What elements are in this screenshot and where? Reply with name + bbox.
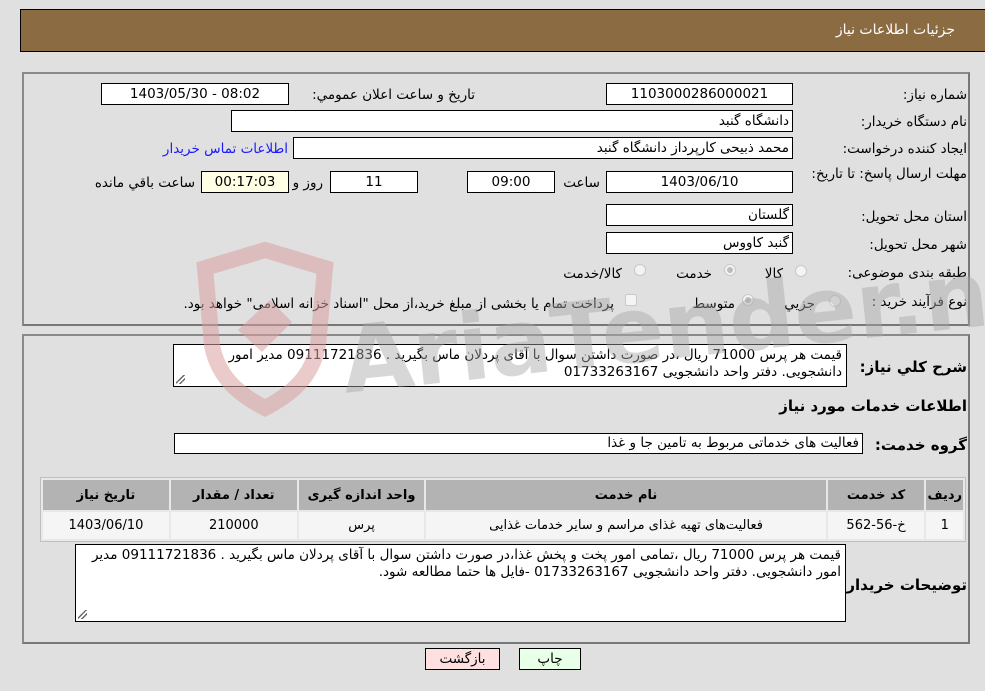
cell-service-name: فعالیت‌های تهیه غذای مراسم و سایر خدمات …: [426, 512, 826, 539]
category-option-service: خدمت: [676, 266, 712, 282]
announce-datetime-label: تاریخ و ساعت اعلان عمومي:: [312, 87, 475, 103]
requester-label: ایجاد کننده درخواست:: [842, 141, 967, 157]
category-radio-goods[interactable]: [795, 265, 807, 277]
remaining-days-field[interactable]: 11: [330, 171, 418, 193]
deadline-date-field[interactable]: 1403/06/10: [606, 171, 793, 193]
category-label: طبقه بندی موضوعی:: [847, 265, 967, 281]
remaining-time-field: 00:17:03: [201, 171, 289, 193]
province-label: استان محل تحویل:: [861, 209, 967, 225]
deadline-time-field[interactable]: 09:00: [467, 171, 555, 193]
purchase-option-medium: متوسط: [692, 296, 735, 312]
province-field[interactable]: گلستان: [606, 204, 793, 226]
table-row: 1 خ-56-562 فعالیت‌های تهیه غذای مراسم و …: [43, 512, 963, 539]
description-text: قیمت هر پرس 71000 ریال ،در صورت داشتن سو…: [228, 347, 842, 380]
treasury-checkbox-label: پرداخت تمام یا بخشی از مبلغ خرید،از محل …: [183, 296, 614, 312]
buyer-notes-label: توضیحات خریدار:: [840, 576, 967, 594]
deadline-time-label: ساعت: [563, 175, 600, 191]
services-section-title: اطلاعات خدمات مورد نیاز: [779, 397, 967, 415]
page-title: جزئیات اطلاعات نیاز: [835, 22, 955, 38]
col-header-need-date: تاریخ نیاز: [43, 480, 169, 510]
purchase-radio-medium[interactable]: [742, 294, 754, 306]
purchase-type-label: نوع فرآیند خرید :: [871, 294, 967, 310]
purchase-option-minor: جزيي: [784, 296, 815, 312]
page-header: جزئیات اطلاعات نیاز: [20, 9, 985, 52]
purchase-radio-minor[interactable]: [829, 295, 841, 307]
treasury-checkbox[interactable]: [625, 294, 637, 306]
resize-grip-icon[interactable]: [176, 375, 185, 384]
remaining-time-label: ساعت باقي مانده: [94, 175, 195, 191]
description-label: شرح کلي نیاز:: [859, 358, 967, 376]
remaining-days-label: روز و: [292, 175, 323, 191]
requester-field[interactable]: محمد ذبیحی کارپرداز دانشگاه گنبد: [293, 137, 793, 159]
resize-grip-icon[interactable]: [78, 610, 87, 619]
col-header-row-number: ردیف: [926, 480, 963, 510]
buyer-org-field[interactable]: دانشگاه گنبد: [231, 110, 793, 132]
buyer-notes-text: قیمت هر پرس 71000 ریال ،تمامی امور پخت و…: [91, 547, 841, 580]
cell-quantity: 210000: [170, 512, 297, 539]
cell-service-code: خ-56-562: [827, 512, 925, 539]
service-group-field[interactable]: فعالیت های خدماتی مربوط به تامین جا و غذ…: [174, 433, 863, 454]
col-header-service-name: نام خدمت: [426, 480, 826, 510]
deadline-label: مهلت ارسال پاسخ: تا تاریخ:: [811, 166, 967, 182]
print-button[interactable]: چاپ: [519, 648, 581, 670]
category-radio-service[interactable]: [724, 264, 736, 276]
back-button[interactable]: بازگشت: [425, 648, 500, 670]
col-header-service-code: کد خدمت: [827, 480, 925, 510]
col-header-unit: واحد اندازه گیری: [298, 480, 425, 510]
announce-datetime-field[interactable]: 1403/05/30 - 08:02: [101, 83, 289, 105]
category-radio-goods-service[interactable]: [634, 264, 646, 276]
service-group-label: گروه خدمت:: [874, 436, 967, 454]
buyer-notes-textarea[interactable]: قیمت هر پرس 71000 ریال ،تمامی امور پخت و…: [75, 544, 846, 622]
buyer-org-label: نام دستگاه خریدار:: [860, 114, 967, 130]
need-number-field[interactable]: 1103000286000021: [606, 83, 793, 105]
category-option-goods: کالا: [764, 266, 783, 282]
services-table: ردیف کد خدمت نام خدمت واحد اندازه گیری ت…: [40, 477, 966, 542]
cell-unit: پرس: [298, 512, 425, 539]
city-field[interactable]: گنبد کاووس: [606, 232, 793, 254]
need-number-label: شماره نیاز:: [902, 87, 967, 103]
buyer-contact-link[interactable]: اطلاعات تماس خریدار: [163, 141, 288, 157]
category-option-goods-service: کالا/خدمت: [563, 266, 622, 282]
cell-row-number: 1: [926, 512, 963, 539]
cell-need-date: 1403/06/10: [43, 512, 169, 539]
city-label: شهر محل تحویل:: [869, 237, 967, 253]
col-header-quantity: تعداد / مقدار: [170, 480, 297, 510]
table-header-row: ردیف کد خدمت نام خدمت واحد اندازه گیری ت…: [43, 480, 963, 510]
description-textarea[interactable]: قیمت هر پرس 71000 ریال ،در صورت داشتن سو…: [173, 344, 847, 387]
